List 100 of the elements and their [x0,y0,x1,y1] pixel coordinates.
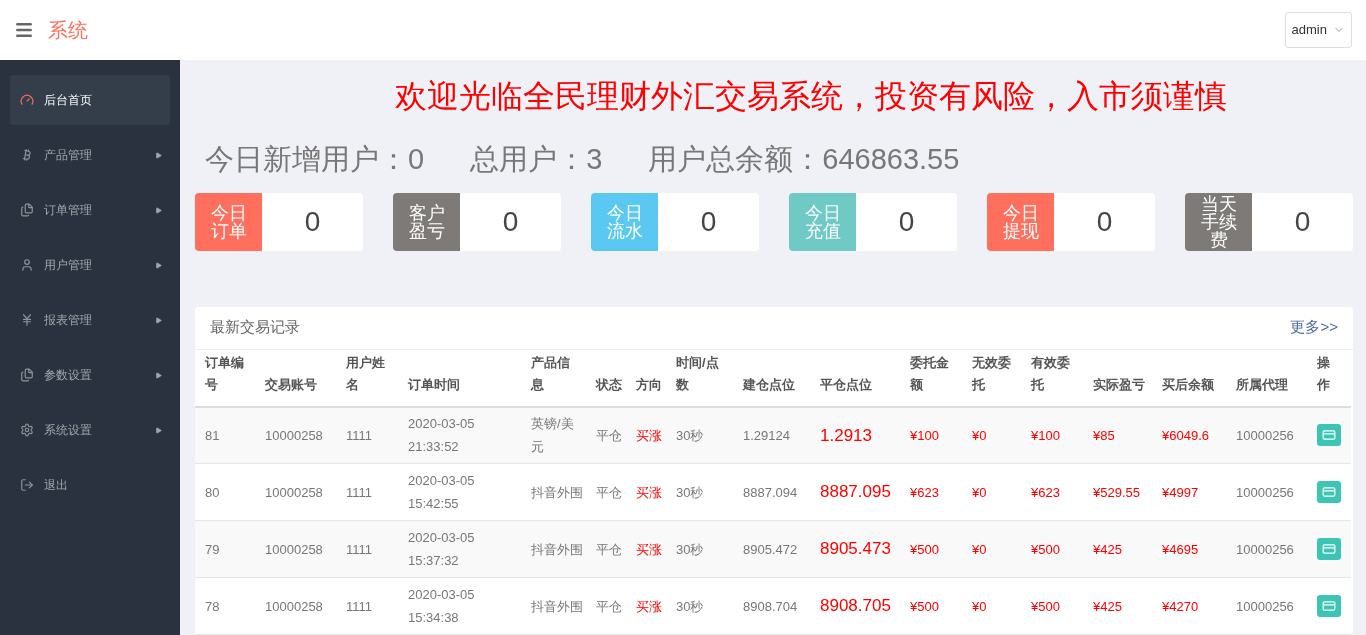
table-cell-text: 79 [205,540,221,559]
exit-icon [20,478,34,492]
table-cell-text: 平仓 [596,597,623,616]
table-cell-text: 1.29124 [743,426,791,445]
column-header: 建仓点位 [743,375,796,394]
arrow-icon [155,261,162,269]
table-cell-text: 买涨 [636,483,663,502]
sidebar-item[interactable]: 用户管理 [10,240,170,290]
documents-icon [20,203,34,217]
sidebar-item[interactable]: 产品管理 [10,130,170,180]
column-header: 委托金额 [910,353,950,394]
table-cell-text: 10000258 [265,426,324,445]
column-header: 所属代理 [1236,375,1289,394]
card-icon [1322,428,1336,443]
sidebar-item[interactable]: 参数设置 [10,350,170,400]
gauge-icon [20,93,34,107]
table-cell-text: 8905.472 [743,540,799,559]
table-cell-text: ¥500 [1031,540,1061,559]
sidebar-item[interactable]: 退出 [10,460,170,510]
detail-button[interactable] [1317,595,1341,617]
detail-button[interactable] [1317,481,1341,503]
table-cell-text: 买涨 [636,597,663,616]
sidebar-item[interactable]: 报表管理 [10,295,170,345]
card-icon [1322,599,1336,613]
table-cell-text: 8908.704 [743,597,799,616]
close-price: 1.2913 [820,424,873,447]
table-cell-text: ¥100 [910,426,940,445]
table-cell-text: ¥0 [972,426,988,445]
table-cell-text: 10000256 [1236,540,1295,559]
column-header: 无效委托 [972,353,1012,394]
column-header: 买后余额 [1162,375,1215,394]
table-cell-text: ¥0 [972,483,988,502]
table-cell-text: 抖音外围 [531,540,584,559]
table-cell-text: ¥425 [1093,540,1123,559]
table-cell-text: ¥500 [910,540,940,559]
stat-value: 0 [699,204,718,239]
table-cell-text: 抖音外围 [531,597,584,616]
table-cell-text: 10000256 [1236,426,1295,445]
table-cell-text: 2020-03-05 15:37:32 [408,529,476,570]
table-cell-text: ¥623 [910,483,940,502]
table-cell-text: 30秒 [676,540,705,559]
arrow-icon [155,316,162,324]
bitcoin-icon [20,148,34,162]
stat-value: 0 [501,204,520,239]
yen-icon [20,313,34,327]
close-price: 8887.095 [820,481,892,504]
table-cell-text: ¥500 [1031,597,1061,616]
table-cell-text: ¥529.55 [1093,483,1141,502]
column-header: 状态 [596,375,623,394]
table-cell-text: 80 [205,483,221,502]
table-cell-text: 1111 [346,540,374,559]
detail-button[interactable] [1317,424,1341,447]
sidebar-item[interactable]: 后台首页 [10,75,170,125]
table-cell-text: 抖音外围 [531,483,584,502]
arrow-icon [155,151,162,159]
arrow-icon [155,371,162,379]
close-price: 8905.473 [820,538,892,561]
table-cell-text: ¥623 [1031,483,1061,502]
sidebar-item[interactable]: 系统设置 [10,405,170,455]
table-cell-text: 10000258 [265,483,324,502]
table-cell-text: ¥100 [1031,426,1061,445]
menu-icon[interactable] [14,20,34,40]
stat-label: 今日订单 [195,192,262,251]
detail-button[interactable] [1317,538,1341,560]
column-header: 时间/点数 [676,353,720,394]
sidebar-item[interactable]: 订单管理 [10,185,170,235]
table-cell-text: 78 [205,597,221,616]
table-cell-text: ¥4695 [1162,540,1200,559]
card-icon [1322,542,1336,556]
table-cell-text: ¥4997 [1162,483,1200,502]
column-header: 方向 [636,375,663,394]
documents-icon [20,368,34,382]
column-header: 产品信息 [531,353,571,394]
user-icon [20,258,34,272]
table-cell-text: 买涨 [636,426,663,445]
table-cell-text: 平仓 [596,426,623,445]
app-title: 系统 [48,18,88,43]
table-cell-text: 2020-03-05 15:34:38 [408,586,476,627]
stat-label: 客户盈亏 [393,192,460,251]
close-price: 8908.705 [820,595,892,618]
table-cell-text: 10000258 [265,597,324,616]
column-header: 交易账号 [265,375,318,394]
table-cell-text: 8887.094 [743,483,799,502]
table-cell-text: 10000258 [265,540,324,559]
stat-label: 今日流水 [591,192,658,251]
column-header: 平仓点位 [820,375,873,394]
table-cell-text: ¥85 [1093,426,1116,445]
column-header: 订单编号 [205,353,245,394]
stat-value: 0 [1095,204,1114,239]
table-cell-text: 2020-03-05 21:33:52 [408,415,476,457]
table-cell-text: 1111 [346,483,374,502]
table-cell-text: 2020-03-05 15:42:55 [408,472,476,513]
welcome-message: 欢迎光临全民理财外汇交易系统，投资有风险，入市须谨慎 [395,77,1227,117]
column-header: 操作 [1317,353,1331,394]
summary-stat: 总用户：3 [470,142,603,178]
more-link[interactable]: 更多>> [1290,316,1338,339]
arrow-icon [155,206,162,214]
table-cell-text: 英镑/美元 [531,415,575,457]
user-dropdown[interactable]: admin [1284,12,1352,48]
table-cell-text: 10000256 [1236,483,1295,502]
